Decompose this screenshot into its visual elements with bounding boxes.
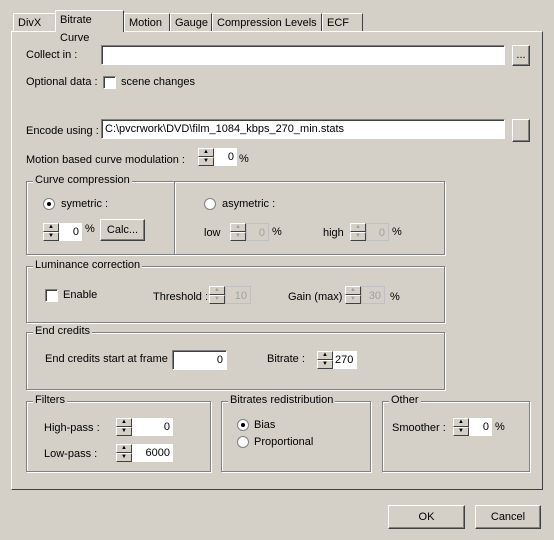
tab-bitrate-curve[interactable]: Bitrate Curve	[55, 10, 124, 44]
percent-label: %	[390, 291, 400, 303]
percent-label: %	[239, 153, 249, 165]
up-arrow-icon: ▲	[209, 286, 225, 295]
smoother-label: Smoother :	[392, 422, 446, 434]
percent-label: %	[392, 226, 402, 238]
down-arrow-icon[interactable]: ▼	[198, 157, 214, 166]
up-arrow-icon: ▲	[345, 286, 361, 295]
up-arrow-icon[interactable]: ▲	[453, 418, 469, 427]
proportional-label: Proportional	[254, 436, 314, 448]
tab-motion[interactable]: Motion	[124, 13, 170, 31]
lowpass-label: Low-pass :	[44, 448, 98, 460]
calc-button[interactable]: Calc...	[100, 219, 145, 241]
encode-using-input[interactable]: C:\pvcrwork\DVD\film_1084_kbps_270_min.s…	[101, 119, 505, 139]
redistribution-title: Bitrates redistribution	[228, 394, 336, 406]
end-credits-title: End credits	[33, 325, 93, 337]
high-value: 0	[366, 223, 389, 241]
enable-label: Enable	[63, 289, 98, 301]
threshold-spinner[interactable]: ▲ ▼ 10	[209, 286, 251, 304]
filters-title: Filters	[33, 394, 67, 406]
divider	[174, 182, 175, 254]
down-arrow-icon[interactable]: ▼	[116, 427, 132, 436]
tab-compression-levels[interactable]: Compression Levels	[212, 13, 322, 31]
collect-in-input[interactable]	[101, 45, 505, 65]
low-label: low	[204, 227, 221, 239]
down-arrow-icon[interactable]: ▼	[43, 232, 59, 241]
highpass-label: High-pass :	[44, 422, 100, 434]
other-group: Other Smoother : ▲ ▼ 0 %	[382, 394, 530, 472]
optional-data-label: Optional data :	[26, 76, 98, 88]
bitrate-label: Bitrate :	[267, 353, 305, 365]
encode-using-label: Encode using :	[26, 125, 99, 137]
bias-label: Bias	[254, 419, 276, 431]
low-value: 0	[246, 223, 269, 241]
collect-browse-button[interactable]: ...	[512, 45, 530, 66]
end-credits-group: End credits End credits start at frame :…	[26, 325, 445, 390]
enable-checkbox[interactable]	[45, 289, 58, 302]
symetric-value[interactable]: 0	[59, 223, 82, 241]
cancel-button[interactable]: Cancel	[475, 505, 541, 529]
asymetric-label: asymetric :	[222, 198, 276, 210]
tab-ecf[interactable]: ECF	[322, 13, 363, 31]
up-arrow-icon: ▲	[350, 223, 366, 232]
symetric-label: symetric :	[61, 198, 109, 210]
scene-changes-label: scene changes	[121, 76, 195, 88]
high-spinner[interactable]: ▲ ▼ 0	[350, 223, 389, 241]
up-arrow-icon[interactable]: ▲	[43, 223, 59, 232]
curve-compression-group: Curve compression symetric : ▲ ▼ 0 % Calc.…	[26, 174, 445, 255]
down-arrow-icon: ▼	[209, 295, 225, 304]
encode-browse-button[interactable]	[512, 119, 530, 142]
motion-spinner[interactable]: ▲ ▼ 0	[198, 148, 237, 166]
symetric-radio[interactable]	[43, 198, 55, 210]
up-arrow-icon: ▲	[230, 223, 246, 232]
asymetric-radio[interactable]	[204, 198, 216, 210]
gain-value: 30	[361, 286, 385, 304]
luminance-title: Luminance correction	[33, 259, 143, 271]
motion-value[interactable]: 0	[214, 148, 237, 166]
down-arrow-icon[interactable]: ▼	[317, 360, 333, 369]
proportional-radio[interactable]	[237, 436, 249, 448]
symetric-spinner[interactable]: ▲ ▼ 0	[43, 223, 82, 241]
percent-label: %	[272, 226, 282, 238]
scene-changes-checkbox[interactable]	[103, 76, 116, 89]
down-arrow-icon[interactable]: ▼	[453, 427, 469, 436]
ok-button[interactable]: OK	[388, 505, 465, 529]
low-spinner[interactable]: ▲ ▼ 0	[230, 223, 269, 241]
down-arrow-icon: ▼	[230, 232, 246, 241]
redistribution-group: Bitrates redistribution Bias Proportiona…	[221, 394, 371, 472]
luminance-group: Luminance correction Enable Threshold : …	[26, 259, 445, 323]
end-credits-start-label: End credits start at frame :	[45, 353, 174, 365]
smoother-value[interactable]: 0	[469, 418, 492, 436]
threshold-label: Threshold :	[153, 291, 209, 303]
down-arrow-icon: ▼	[345, 295, 361, 304]
percent-label: %	[495, 421, 505, 433]
down-arrow-icon: ▼	[350, 232, 366, 241]
tab-gauge[interactable]: Gauge	[170, 13, 212, 31]
smoother-spinner[interactable]: ▲ ▼ 0	[453, 418, 492, 436]
highpass-spinner[interactable]: ▲ ▼ 0	[116, 418, 173, 436]
collect-in-label: Collect in :	[26, 49, 78, 61]
down-arrow-icon[interactable]: ▼	[116, 453, 132, 462]
gain-label: Gain (max) :	[288, 291, 349, 303]
up-arrow-icon[interactable]: ▲	[116, 418, 132, 427]
other-title: Other	[389, 394, 421, 406]
gain-spinner[interactable]: ▲ ▼ 30	[345, 286, 385, 304]
lowpass-value[interactable]: 6000	[132, 444, 173, 462]
bitrate-value[interactable]: 270	[333, 351, 357, 369]
highpass-value[interactable]: 0	[132, 418, 173, 436]
high-label: high	[323, 227, 344, 239]
motion-label: Motion based curve modulation :	[26, 154, 185, 166]
threshold-value: 10	[225, 286, 251, 304]
up-arrow-icon[interactable]: ▲	[317, 351, 333, 360]
curve-compression-title: Curve compression	[33, 174, 132, 186]
filters-group: Filters High-pass : ▲ ▼ 0 Low-pass : ▲ ▼ 600…	[26, 394, 211, 472]
percent-label: %	[85, 223, 95, 235]
up-arrow-icon[interactable]: ▲	[198, 148, 214, 157]
lowpass-spinner[interactable]: ▲ ▼ 6000	[116, 444, 173, 462]
end-credits-start-input[interactable]: 0	[172, 350, 227, 370]
bitrate-spinner[interactable]: ▲ ▼ 270	[317, 351, 357, 369]
up-arrow-icon[interactable]: ▲	[116, 444, 132, 453]
bias-radio[interactable]	[237, 419, 249, 431]
tab-divx[interactable]: DivX	[13, 13, 56, 31]
